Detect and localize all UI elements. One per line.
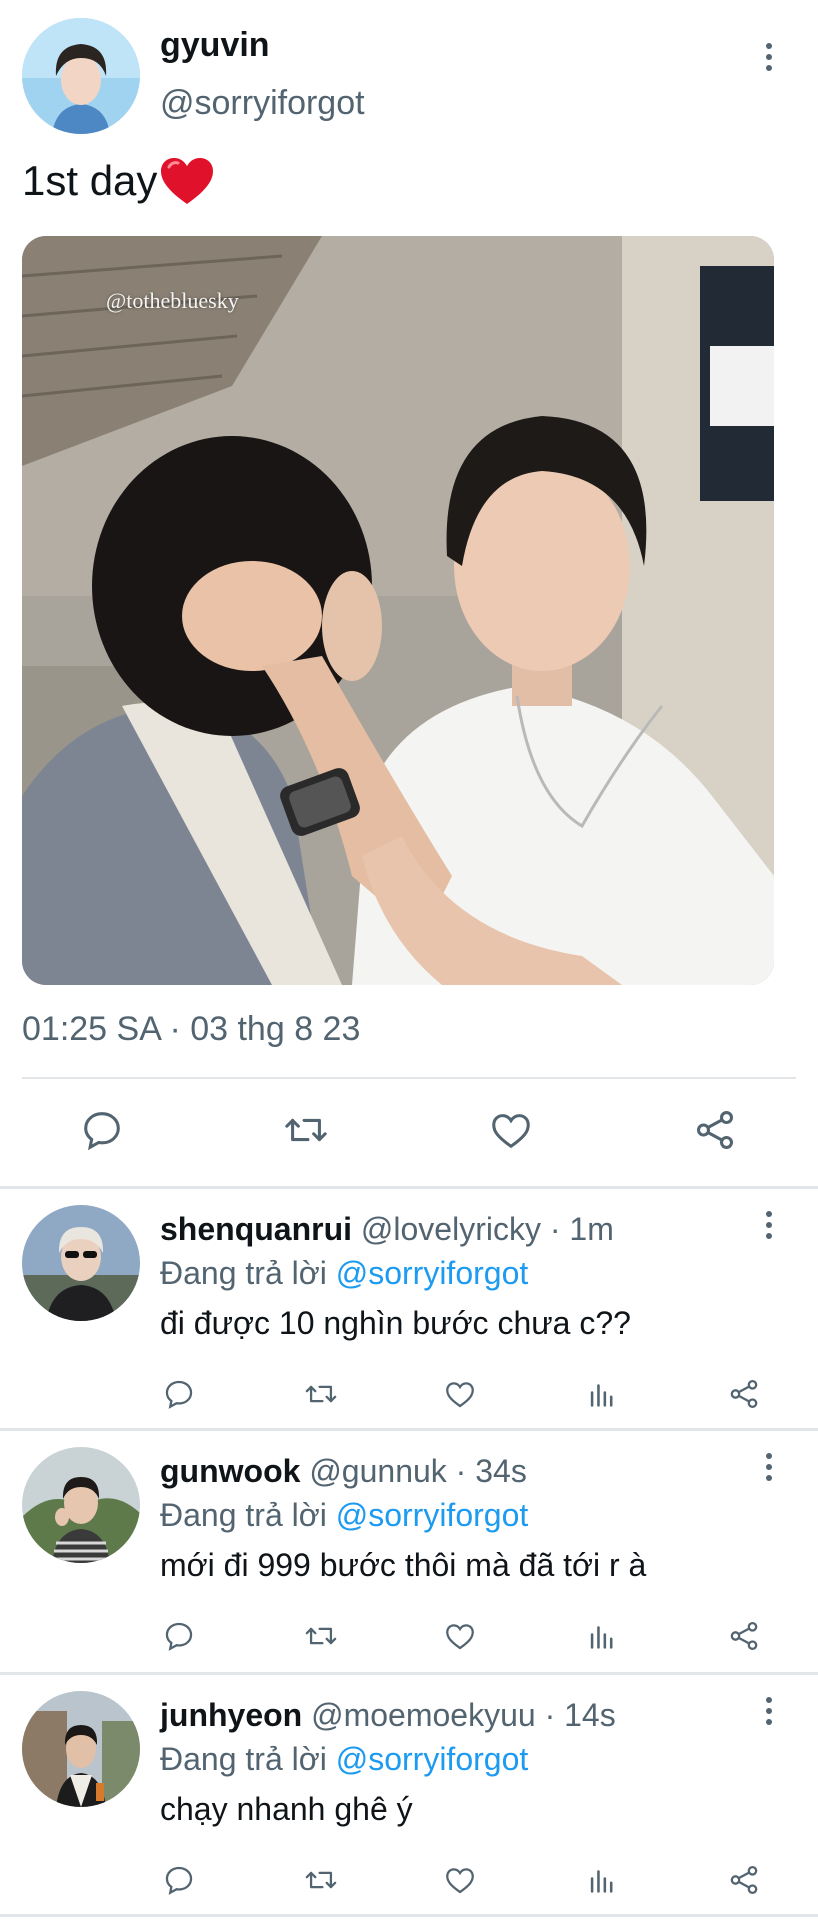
share-icon[interactable] xyxy=(722,1611,766,1661)
reply-actions xyxy=(0,1855,818,1905)
avatar[interactable] xyxy=(22,1205,140,1321)
reply-icon[interactable] xyxy=(72,1095,132,1165)
tweet-timestamp[interactable]: 01:25 SA · 03 thg 8 23 xyxy=(22,1010,360,1049)
analytics-icon[interactable] xyxy=(580,1855,624,1905)
reply-text: mới đi 999 bước thôi mà đã tới r à xyxy=(160,1547,647,1583)
tweet-text: 1st day xyxy=(22,156,215,206)
reply-author-name[interactable]: junhyeon xyxy=(160,1697,302,1733)
reply-handle-time: @lovelyricky · 1m xyxy=(360,1211,614,1247)
tweet-photo[interactable]: @tothebluesky xyxy=(22,236,774,985)
author-name[interactable]: gyuvin xyxy=(160,26,270,65)
reply-handle-time: @moemoekyuu · 14s xyxy=(311,1697,616,1733)
reply-item[interactable]: gunwook @gunnuk · 34s Đang trả lời @sorr… xyxy=(0,1431,818,1673)
reply-header: shenquanrui @lovelyricky · 1m xyxy=(160,1211,614,1248)
avatar[interactable] xyxy=(22,1447,140,1563)
reply-header: junhyeon @moemoekyuu · 14s xyxy=(160,1697,616,1734)
reply-author-name[interactable]: gunwook xyxy=(160,1453,300,1489)
reply-author-name[interactable]: shenquanrui xyxy=(160,1211,352,1247)
replying-to: Đang trả lời @sorryiforgot xyxy=(160,1741,528,1778)
replying-prefix: Đang trả lời xyxy=(160,1741,336,1777)
retweet-icon[interactable] xyxy=(299,1611,343,1661)
photo-watermark: @tothebluesky xyxy=(106,288,239,313)
mention-link[interactable]: @sorryiforgot xyxy=(336,1255,529,1291)
replying-prefix: Đang trả lời xyxy=(160,1497,336,1533)
reply-icon[interactable] xyxy=(157,1611,201,1661)
reply-text: chạy nhanh ghê ý xyxy=(160,1791,413,1827)
avatar[interactable] xyxy=(22,1691,140,1807)
like-icon[interactable] xyxy=(438,1611,482,1661)
share-icon[interactable] xyxy=(722,1855,766,1905)
reply-text: đi được 10 nghìn bước chưa c?? xyxy=(160,1305,631,1341)
reply-item[interactable]: junhyeon @moemoekyuu · 14s Đang trả lời … xyxy=(0,1675,818,1917)
divider xyxy=(22,1077,796,1079)
reply-header: gunwook @gunnuk · 34s xyxy=(160,1453,527,1490)
analytics-icon[interactable] xyxy=(580,1369,624,1419)
reply-actions xyxy=(0,1611,818,1661)
reply-icon[interactable] xyxy=(157,1369,201,1419)
share-icon[interactable] xyxy=(685,1095,745,1165)
tweet-text-content: 1st day xyxy=(22,157,158,204)
avatar[interactable] xyxy=(22,18,140,134)
separator xyxy=(0,1914,818,1917)
more-options-icon[interactable] xyxy=(759,1691,779,1731)
reply-icon[interactable] xyxy=(157,1855,201,1905)
share-icon[interactable] xyxy=(722,1369,766,1419)
retweet-icon[interactable] xyxy=(276,1095,336,1165)
retweet-icon[interactable] xyxy=(299,1369,343,1419)
retweet-icon[interactable] xyxy=(299,1855,343,1905)
more-options-icon[interactable] xyxy=(759,1205,779,1245)
more-options-icon[interactable] xyxy=(759,37,779,77)
mention-link[interactable]: @sorryiforgot xyxy=(336,1497,529,1533)
like-icon[interactable] xyxy=(438,1369,482,1419)
author-handle[interactable]: @sorryiforgot xyxy=(160,84,365,123)
analytics-icon[interactable] xyxy=(580,1611,624,1661)
mention-link[interactable]: @sorryiforgot xyxy=(336,1741,529,1777)
like-icon[interactable] xyxy=(481,1095,541,1165)
red-heart-emoji-icon xyxy=(161,158,214,204)
more-options-icon[interactable] xyxy=(759,1447,779,1487)
main-tweet: gyuvin @sorryiforgot 1st day @totheblues… xyxy=(0,0,818,1186)
reply-item[interactable]: shenquanrui @lovelyricky · 1m Đang trả l… xyxy=(0,1189,818,1431)
reply-handle-time: @gunnuk · 34s xyxy=(309,1453,527,1489)
replying-to: Đang trả lời @sorryiforgot xyxy=(160,1255,528,1292)
tweet-actions xyxy=(0,1095,818,1171)
replying-to: Đang trả lời @sorryiforgot xyxy=(160,1497,528,1534)
like-icon[interactable] xyxy=(438,1855,482,1905)
reply-actions xyxy=(0,1369,818,1419)
replying-prefix: Đang trả lời xyxy=(160,1255,336,1291)
